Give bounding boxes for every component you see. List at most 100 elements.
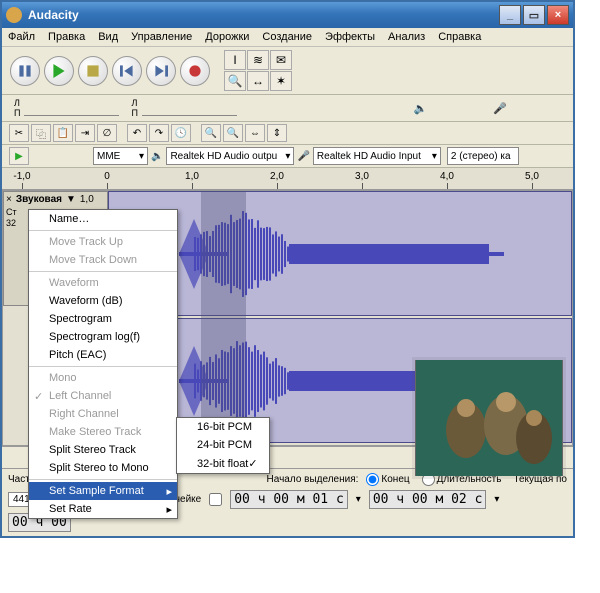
skip-start-button[interactable]	[112, 56, 142, 86]
copy-button[interactable]: ⿻	[31, 124, 51, 142]
tool-button-1[interactable]: ≋	[247, 50, 269, 70]
menu-item: Left Channel✓	[29, 387, 177, 405]
mic-icon: 🎤	[493, 102, 507, 115]
menu-bar: Файл Правка Вид Управление Дорожки Создание Эф…	[2, 28, 573, 47]
device-toolbar: ▶ MME▾ 🔈 Realtek HD Audio outpu▾ 🎤 Realt…	[2, 145, 573, 168]
menu-item[interactable]: Spectrogram	[29, 310, 177, 328]
tool-button-2[interactable]: ✉	[270, 50, 292, 70]
end-radio[interactable]: Конец	[366, 473, 409, 486]
submenu-item[interactable]: 16-bit PCM	[177, 418, 269, 436]
menu-item: Move Track Up	[29, 233, 177, 251]
menu-item: Make Stereo Track	[29, 423, 177, 441]
painting-icon	[416, 360, 562, 476]
ruler-tick: -1,0	[13, 171, 30, 182]
menu-item[interactable]: Waveform (dB)	[29, 292, 177, 310]
fit-project-button[interactable]: ⇕	[267, 124, 287, 142]
meters-row: Л П Л П 🔈 🎤	[2, 95, 573, 122]
playback-meter[interactable]	[24, 100, 119, 116]
channels-combo[interactable]: 2 (стерео) ка	[447, 147, 519, 165]
record-meter[interactable]	[142, 100, 237, 116]
transport-toolbar: I≋✉ 🔍↔✶	[2, 47, 573, 95]
ruler-tick: 5,0	[525, 171, 539, 182]
menu-item[interactable]: Set Rate▸	[29, 500, 177, 518]
selection-region[interactable]	[201, 191, 246, 445]
timeline-ruler[interactable]: -1,0 0 1,0 2,0 3,0 4,0 5,0	[2, 168, 573, 190]
menu-item[interactable]: Spectrogram log(f)	[29, 328, 177, 346]
track-context-menu: Name… Move Track UpMove Track Down Wavefor…	[28, 209, 178, 519]
play-at-speed-button[interactable]: ▶	[9, 147, 29, 165]
menu-item[interactable]: Split Stereo to Mono	[29, 459, 177, 477]
mic-icon: 🎤	[297, 151, 309, 162]
track-menu-button[interactable]: ▼	[66, 194, 76, 205]
play-button[interactable]	[44, 56, 74, 86]
menu-создание[interactable]: Создание	[262, 31, 312, 43]
tool-button-3[interactable]: 🔍	[224, 71, 246, 91]
ruler-tick: 2,0	[270, 171, 284, 182]
menu-справка[interactable]: Справка	[438, 31, 481, 43]
title-bar: Audacity _ ▭ ×	[2, 2, 573, 28]
menu-управление[interactable]: Управление	[131, 31, 192, 43]
trim-button[interactable]: ⇥	[75, 124, 95, 142]
fit-selection-button[interactable]: ⇔	[245, 124, 265, 142]
submenu-item[interactable]: 32-bit float✓	[177, 454, 269, 473]
menu-item[interactable]: Set Sample Format▸	[29, 482, 177, 500]
menu-правка[interactable]: Правка	[48, 31, 85, 43]
ruler-tick: 4,0	[440, 171, 454, 182]
paste-button[interactable]: 📋	[53, 124, 73, 142]
meter-left-label: Л П	[14, 98, 20, 118]
redo-button[interactable]: ↷	[149, 124, 169, 142]
close-button[interactable]: ×	[547, 5, 569, 25]
snap-checkbox[interactable]	[209, 493, 222, 506]
meter-right-label: Л П	[131, 98, 137, 118]
menu-дорожки[interactable]: Дорожки	[205, 31, 249, 43]
menu-item: Right Channel	[29, 405, 177, 423]
stop-button[interactable]	[78, 56, 108, 86]
tools-toolbar: I≋✉ 🔍↔✶	[224, 50, 292, 91]
tool-button-0[interactable]: I	[224, 50, 246, 70]
minimize-button[interactable]: _	[499, 5, 521, 25]
output-device-combo[interactable]: Realtek HD Audio outpu▾	[166, 147, 294, 165]
tool-button-5[interactable]: ✶	[270, 71, 292, 91]
silence-button[interactable]: ∅	[97, 124, 117, 142]
ruler-tick: 1,0	[185, 171, 199, 182]
menu-эффекты[interactable]: Эффекты	[325, 31, 375, 43]
menu-item[interactable]: Split Stereo Track	[29, 441, 177, 459]
undo-button[interactable]: ↶	[127, 124, 147, 142]
ruler-tick: 3,0	[355, 171, 369, 182]
input-device-combo[interactable]: Realtek HD Audio Input▾	[313, 147, 441, 165]
overlay-thumbnail	[415, 360, 563, 476]
submenu-item[interactable]: 24-bit PCM	[177, 436, 269, 454]
track-rate: 1,0	[80, 194, 94, 205]
speaker-icon: 🔈	[414, 102, 428, 115]
speaker-icon: 🔈	[151, 151, 163, 162]
menu-item[interactable]: Pitch (EAC)	[29, 346, 177, 364]
waveform-icon	[109, 194, 572, 314]
tool-button-4[interactable]: ↔	[247, 71, 269, 91]
menu-item: Move Track Down	[29, 251, 177, 269]
window-title: Audacity	[28, 8, 79, 22]
menu-item: Mono	[29, 369, 177, 387]
zoom-in-button[interactable]: 🔍	[201, 124, 221, 142]
zoom-out-button[interactable]: 🔍	[223, 124, 243, 142]
app-icon	[6, 7, 22, 23]
host-combo[interactable]: MME▾	[93, 147, 148, 165]
sync-lock-button[interactable]: 🕓	[171, 124, 191, 142]
cut-button[interactable]: ✂	[9, 124, 29, 142]
menu-вид[interactable]: Вид	[98, 31, 118, 43]
menu-item[interactable]: Name…	[29, 210, 177, 228]
track-name: Звуковая	[16, 194, 62, 205]
selection-start-label: Начало выделения:	[267, 474, 359, 485]
maximize-button[interactable]: ▭	[523, 5, 545, 25]
record-button[interactable]	[180, 56, 210, 86]
menu-анализ[interactable]: Анализ	[388, 31, 425, 43]
menu-файл[interactable]: Файл	[8, 31, 35, 43]
selection-end-timecode[interactable]: 00 ч 00 м 02 с	[369, 490, 487, 509]
edit-toolbar: ✂ ⿻ 📋 ⇥ ∅ ↶ ↷ 🕓 🔍 🔍 ⇔ ⇕	[2, 122, 573, 145]
sample-format-submenu: 16-bit PCM24-bit PCM32-bit float✓	[176, 417, 270, 474]
pause-button[interactable]	[10, 56, 40, 86]
selection-start-timecode[interactable]: 00 ч 00 м 01 с	[230, 490, 348, 509]
menu-item: Waveform	[29, 274, 177, 292]
skip-end-button[interactable]	[146, 56, 176, 86]
track-close-button[interactable]: ×	[6, 194, 12, 205]
ruler-tick: 0	[104, 171, 110, 182]
